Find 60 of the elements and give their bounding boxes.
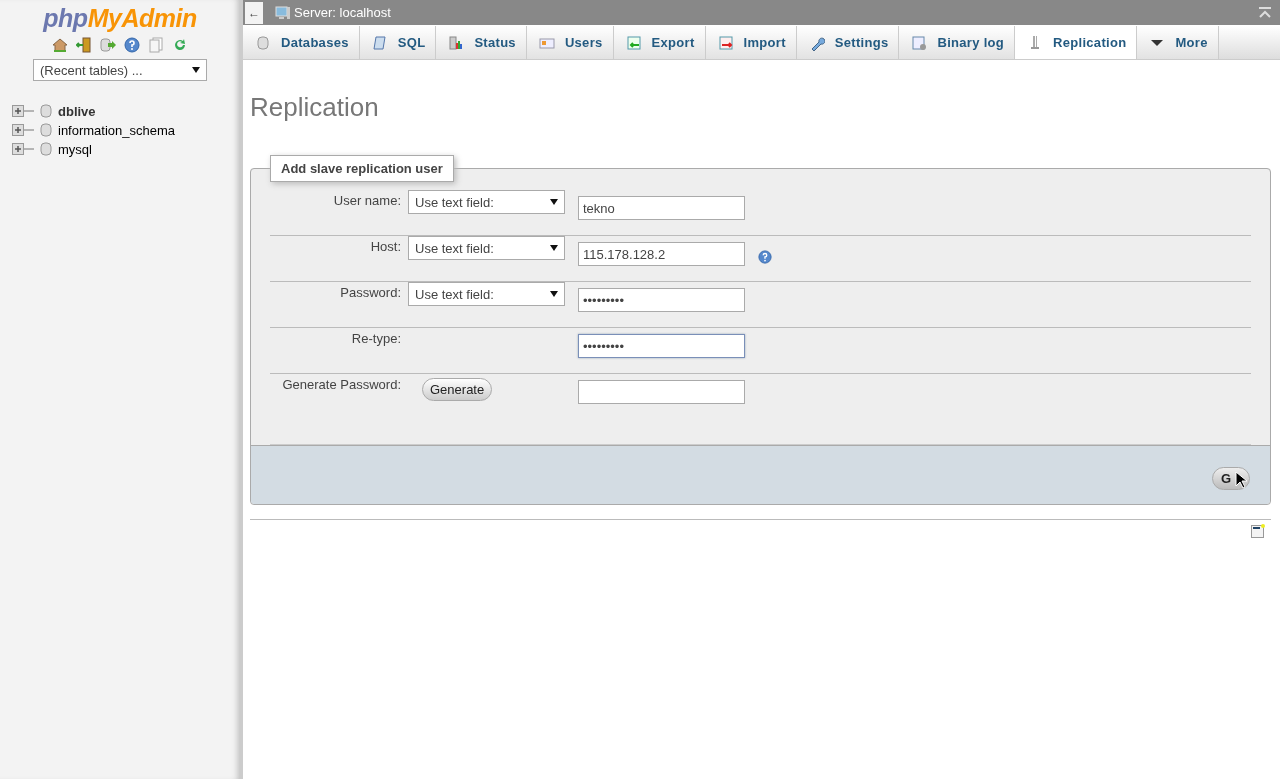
select-dropdown[interactable]: Use text field: [408,282,565,306]
db-icon [38,103,54,119]
home-icon[interactable] [52,37,68,53]
tab[interactable]: Users [526,26,614,59]
status-icon [448,34,465,51]
server-title: Server: localhost [294,5,391,20]
import-icon [717,34,734,51]
database-item[interactable]: mysql [58,141,92,157]
help-icon[interactable] [758,250,772,264]
expand-plus-icon[interactable] [12,143,34,155]
db-icon [255,34,271,51]
input-field[interactable]: tekno [578,196,745,220]
dropdown-arrow-icon [550,244,558,252]
select-dropdown[interactable]: Use text field: [408,190,565,214]
collapse-sidebar-button[interactable]: ← [245,1,263,24]
field-label: Host: [369,238,402,256]
expand-plus-icon[interactable] [12,124,34,136]
console-window-icon[interactable] [1251,524,1265,538]
recent-tables-dropdown[interactable]: (Recent tables) ... [33,59,207,81]
database-arrow-icon[interactable] [100,37,116,53]
tab[interactable]: SQL [359,26,437,59]
select-dropdown[interactable]: Use text field: [408,236,565,260]
sql-icon [371,34,388,51]
binlog-icon [911,34,928,51]
tab[interactable]: Replication [1015,26,1138,59]
generate-button[interactable]: Generate [422,378,493,401]
tab[interactable]: Settings [796,26,900,59]
field-label: Re-type: [350,330,402,348]
dropdown-arrow-icon [550,290,558,298]
door-exit-icon[interactable] [76,37,92,53]
input-field[interactable]: ••••••••• [578,288,745,312]
field-label: Generate Password: [281,376,402,394]
server-icon [275,4,291,21]
input-field[interactable] [578,380,745,404]
mouse-pointer-icon [1235,471,1247,489]
dropdown-arrow-icon [192,66,200,74]
dropdown-arrow-icon [550,198,558,206]
database-item[interactable]: dblive [58,103,96,119]
export-icon [625,34,642,51]
help-icon[interactable] [124,37,140,53]
tab[interactable]: Databases [243,26,360,59]
logo[interactable]: phpMyAdmin [43,4,197,33]
field-label: Password: [339,284,402,302]
tab[interactable]: Binary log [899,26,1016,59]
page-title: Replication [250,92,380,123]
tab[interactable]: Status [436,26,527,59]
input-field[interactable]: 115.178.128.2 [578,242,745,266]
expand-plus-icon[interactable] [12,105,34,117]
tab[interactable]: Export [613,26,706,59]
database-item[interactable]: information_schema [58,122,176,138]
documents-icon[interactable] [148,37,164,53]
db-icon [38,141,54,157]
tab[interactable]: Import [705,26,797,59]
db-icon [38,122,54,138]
tab[interactable]: More [1137,26,1219,59]
field-label: User name: [332,192,402,210]
reload-icon[interactable] [172,37,188,53]
collapse-top-icon[interactable] [1258,6,1272,19]
form-legend: Add slave replication user [270,155,454,182]
input-field[interactable]: ••••••••• [578,334,745,358]
